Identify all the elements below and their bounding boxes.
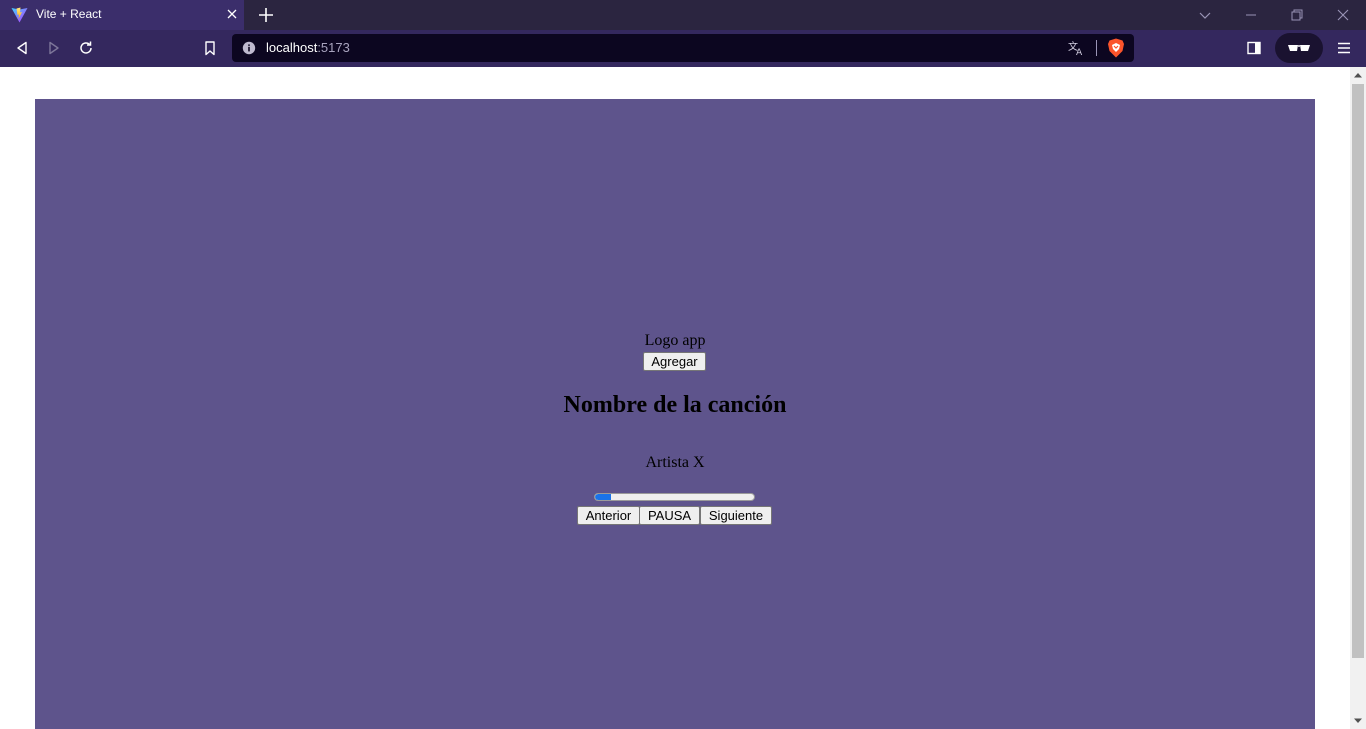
tab-title: Vite + React <box>36 7 102 21</box>
back-arrow-icon <box>17 41 27 55</box>
tab-search-button[interactable] <box>1182 0 1228 30</box>
chevron-down-icon <box>1199 12 1211 19</box>
brave-shield-icon[interactable] <box>1107 38 1125 58</box>
reload-icon <box>80 41 92 54</box>
reload-button[interactable] <box>73 36 99 60</box>
bookmark-icon <box>205 40 215 55</box>
music-player-app: Logo app Agregar Nombre de la canción Ar… <box>35 99 1315 729</box>
scrollbar-thumb[interactable] <box>1352 84 1364 658</box>
scroll-up-arrow-icon <box>1354 73 1362 78</box>
back-button[interactable] <box>9 36 35 60</box>
close-icon <box>1337 9 1349 21</box>
app-logo: Logo app <box>644 332 706 349</box>
vpn-button[interactable] <box>1275 33 1323 63</box>
previous-button[interactable]: Anterior <box>577 506 640 525</box>
vite-logo-icon <box>11 7 28 23</box>
minimize-icon <box>1246 14 1256 16</box>
page-scrollbar[interactable] <box>1350 67 1366 729</box>
restore-button[interactable] <box>1274 0 1320 30</box>
page-viewport: Logo app Agregar Nombre de la canción Ar… <box>0 67 1350 729</box>
svg-text:A: A <box>1076 48 1083 56</box>
new-tab-icon[interactable] <box>256 5 276 25</box>
close-window-button[interactable] <box>1320 0 1366 30</box>
scroll-up-button[interactable] <box>1350 67 1366 83</box>
forward-arrow-icon <box>49 41 59 55</box>
browser-tabstrip: Vite + React <box>0 0 1366 30</box>
url-text[interactable]: localhost:5173 <box>266 40 350 55</box>
add-button[interactable]: Agregar <box>643 352 706 371</box>
scroll-down-button[interactable] <box>1350 713 1366 729</box>
site-info-icon[interactable] <box>242 41 256 55</box>
url-host: localhost <box>266 40 318 55</box>
glasses-icon <box>1288 45 1310 51</box>
close-tab-icon[interactable] <box>224 6 240 22</box>
translate-icon[interactable]: 文 A <box>1068 40 1086 56</box>
url-port: :5173 <box>317 40 350 55</box>
scroll-down-arrow-icon <box>1354 718 1362 723</box>
player-content: Logo app Agregar Nombre de la canción Ar… <box>35 99 1315 729</box>
forward-button[interactable] <box>41 36 67 60</box>
browser-toolbar: localhost:5173 文 A <box>0 30 1366 67</box>
address-bar[interactable]: localhost:5173 文 A <box>232 34 1134 62</box>
sidebar-icon <box>1247 41 1261 55</box>
progress-fill <box>595 494 611 500</box>
restore-icon <box>1291 9 1303 21</box>
song-title: Nombre de la canción <box>563 392 787 418</box>
sidebar-toggle-button[interactable] <box>1241 36 1267 60</box>
browser-tab[interactable]: Vite + React <box>0 0 244 30</box>
hamburger-menu-icon <box>1338 42 1350 54</box>
main-menu-button[interactable] <box>1331 36 1357 60</box>
bookmark-button[interactable] <box>197 36 223 60</box>
minimize-button[interactable] <box>1228 0 1274 30</box>
song-progress-bar[interactable] <box>594 493 755 501</box>
next-button[interactable]: Siguiente <box>700 506 772 525</box>
pause-button[interactable]: PAUSA <box>639 506 700 525</box>
address-divider <box>1096 40 1097 56</box>
artist-name: Artista X <box>645 454 705 471</box>
